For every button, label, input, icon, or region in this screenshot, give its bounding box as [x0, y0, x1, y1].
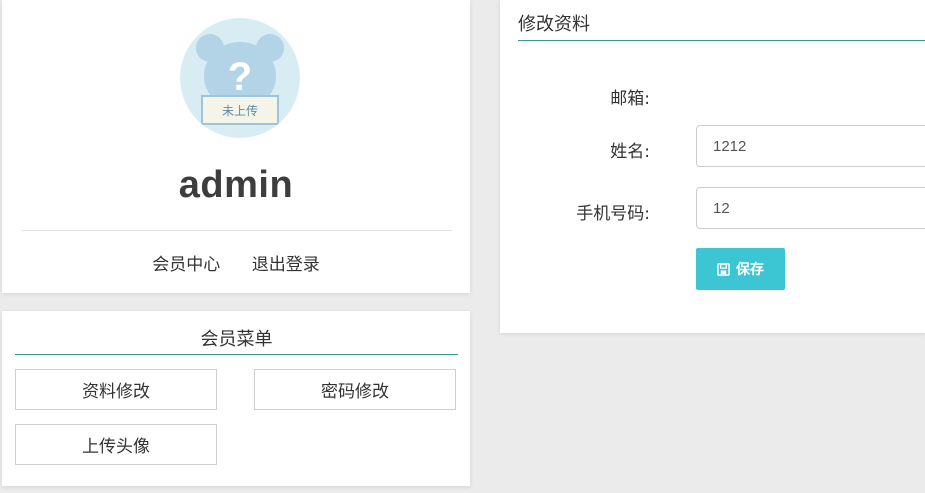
menu-edit-profile-button[interactable]: 资料修改: [15, 369, 217, 410]
menu-title: 会员菜单: [200, 329, 273, 350]
logout-link[interactable]: 退出登录: [252, 255, 320, 275]
profile-links: 会员中心 退出登录: [2, 250, 470, 275]
email-label: 邮箱:: [610, 89, 650, 109]
avatar: ? 未上传: [180, 18, 300, 138]
edit-profile-card: 修改资料 邮箱: 姓名: 手机号码: 保存: [500, 0, 925, 333]
member-center-link[interactable]: 会员中心: [152, 255, 220, 275]
edit-profile-title: 修改资料: [518, 14, 590, 35]
divider: [22, 230, 452, 231]
name-input[interactable]: [696, 125, 925, 167]
avatar-question-mark: ?: [228, 55, 252, 99]
floppy-disk-icon: [717, 262, 730, 276]
menu-upload-avatar-button[interactable]: 上传头像: [15, 424, 217, 465]
phone-label: 手机号码:: [576, 204, 650, 224]
edit-title-underline: [518, 40, 925, 41]
menu-change-password-button[interactable]: 密码修改: [254, 369, 456, 410]
save-button-label: 保存: [736, 261, 764, 277]
phone-input[interactable]: [696, 187, 925, 229]
save-button[interactable]: 保存: [696, 248, 785, 290]
menu-title-underline: [15, 354, 458, 355]
placeholder-bear-avatar-icon: ? 未上传: [180, 18, 300, 138]
profile-card: ? 未上传 admin 会员中心 退出登录: [2, 0, 470, 293]
name-label: 姓名:: [610, 142, 650, 162]
member-menu-card: 会员菜单 资料修改 密码修改 上传头像: [2, 311, 470, 486]
avatar-sign-text: 未上传: [222, 103, 258, 118]
username: admin: [178, 164, 294, 206]
